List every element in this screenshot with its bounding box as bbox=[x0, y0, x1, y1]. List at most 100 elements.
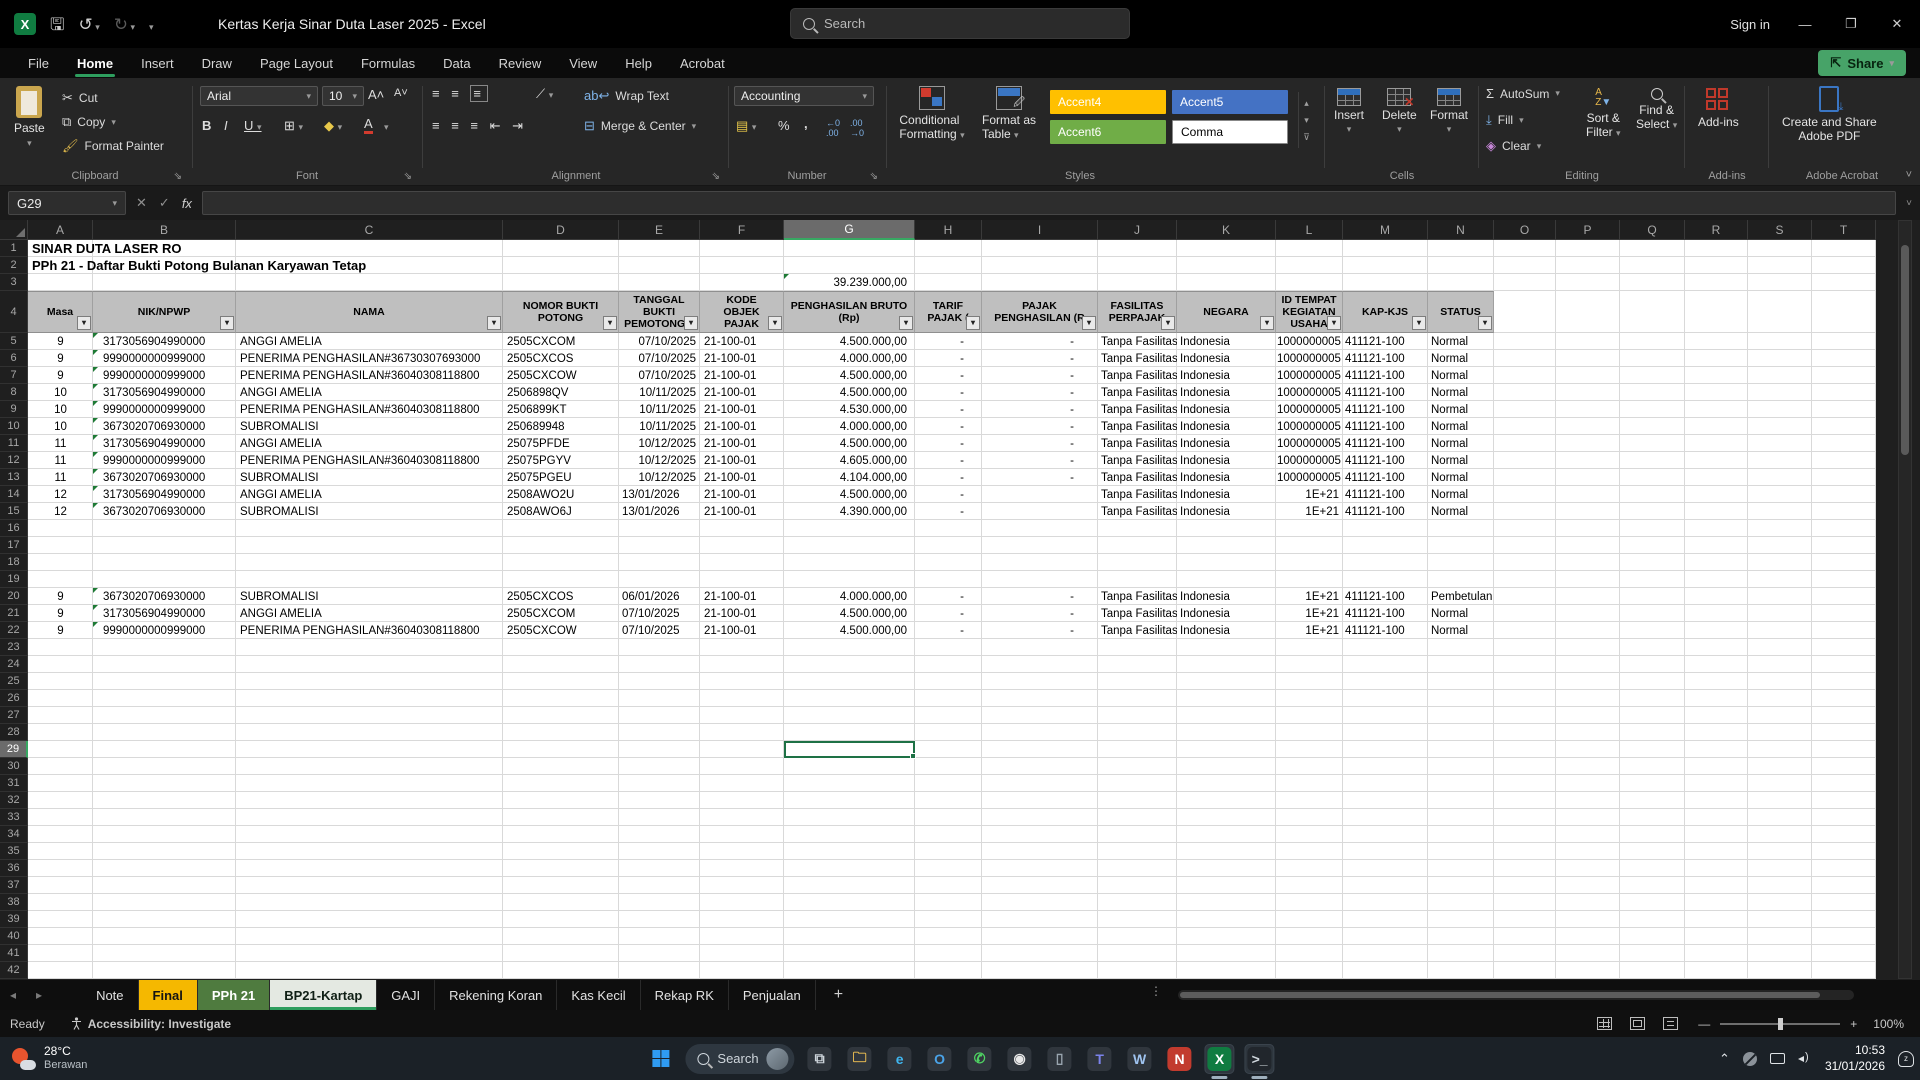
speaker-icon[interactable] bbox=[1798, 1053, 1812, 1065]
sign-in-button[interactable]: Sign in bbox=[1730, 0, 1770, 48]
sheet-tab-kas-kecil[interactable]: Kas Kecil bbox=[557, 980, 640, 1010]
row-header-4[interactable]: 4 bbox=[0, 291, 28, 333]
conditional-formatting-button[interactable]: ConditionalFormatting ▾ bbox=[894, 86, 970, 141]
row-header-21[interactable]: 21 bbox=[0, 605, 28, 622]
orientation-icon[interactable]: ⟋ ▾ bbox=[536, 86, 553, 102]
italic-button[interactable]: I bbox=[224, 118, 228, 133]
row-header-35[interactable]: 35 bbox=[0, 843, 28, 860]
insert-cells-button[interactable]: Insert▾ bbox=[1334, 88, 1364, 135]
row-header-13[interactable]: 13 bbox=[0, 469, 28, 486]
undo-icon[interactable]: ↺ ▾ bbox=[78, 16, 99, 33]
fill-handle[interactable] bbox=[910, 753, 916, 759]
column-header-M[interactable]: M bbox=[1343, 220, 1428, 240]
row-header-22[interactable]: 22 bbox=[0, 622, 28, 639]
column-header-E[interactable]: E bbox=[619, 220, 700, 240]
tab-review[interactable]: Review bbox=[487, 51, 554, 76]
row-header-42[interactable]: 42 bbox=[0, 962, 28, 979]
tab-overflow-icon[interactable]: ⋮ bbox=[1150, 984, 1162, 998]
nitro-icon[interactable]: N bbox=[1165, 1044, 1195, 1074]
cell-style-accent5[interactable]: Accent5 bbox=[1172, 90, 1288, 114]
qat-customize-icon[interactable]: ▾ bbox=[149, 16, 154, 33]
column-header-Q[interactable]: Q bbox=[1620, 220, 1685, 240]
row-header-25[interactable]: 25 bbox=[0, 673, 28, 690]
filter-button-J[interactable]: ▾ bbox=[1161, 316, 1175, 330]
row-header-20[interactable]: 20 bbox=[0, 588, 28, 605]
addins-button[interactable]: Add-ins bbox=[1698, 88, 1739, 129]
excel-app-icon[interactable]: X bbox=[14, 13, 36, 35]
name-box[interactable]: G29▾ bbox=[8, 191, 126, 215]
row-header-32[interactable]: 32 bbox=[0, 792, 28, 809]
monitor-icon[interactable] bbox=[1770, 1053, 1785, 1064]
redo-icon[interactable]: ↻ ▾ bbox=[114, 16, 135, 33]
row-header-31[interactable]: 31 bbox=[0, 775, 28, 792]
filter-button-D[interactable]: ▾ bbox=[603, 316, 617, 330]
selected-cell-outline[interactable] bbox=[784, 741, 915, 758]
terminal-icon[interactable]: >_ bbox=[1245, 1044, 1275, 1074]
zoom-in-icon[interactable]: + bbox=[1850, 1017, 1857, 1031]
cell-style-comma[interactable]: Comma bbox=[1172, 120, 1288, 144]
row-header-23[interactable]: 23 bbox=[0, 639, 28, 656]
sheet-tab-note[interactable]: Note bbox=[82, 980, 138, 1010]
sheet-nav-left-icon[interactable]: ◂ bbox=[0, 988, 26, 1002]
close-button[interactable]: ✕ bbox=[1874, 0, 1920, 48]
format-painter-button[interactable]: 🖌Format Painter bbox=[62, 138, 164, 154]
row-header-19[interactable]: 19 bbox=[0, 571, 28, 588]
filter-button-C[interactable]: ▾ bbox=[487, 316, 501, 330]
page-break-view-icon[interactable] bbox=[1663, 1017, 1678, 1030]
share-button[interactable]: ⇱ Share ▾ bbox=[1818, 50, 1906, 76]
decrease-decimal-icon[interactable]: .00→0 bbox=[850, 118, 864, 138]
filter-button-A[interactable]: ▾ bbox=[77, 316, 91, 330]
column-header-K[interactable]: K bbox=[1177, 220, 1276, 240]
sheet-tab-rekening-koran[interactable]: Rekening Koran bbox=[435, 980, 557, 1010]
row-header-33[interactable]: 33 bbox=[0, 809, 28, 826]
row-header-30[interactable]: 30 bbox=[0, 758, 28, 775]
column-header-A[interactable]: A bbox=[28, 220, 93, 240]
row-header-3[interactable]: 3 bbox=[0, 274, 28, 291]
underline-button[interactable]: U ▾ bbox=[244, 118, 262, 133]
normal-view-icon[interactable] bbox=[1597, 1017, 1612, 1030]
merge-center-button[interactable]: ⊟Merge & Center▾ bbox=[584, 118, 696, 134]
clipboard-dialog-launcher-icon[interactable]: ⇘ bbox=[174, 171, 182, 182]
sort-filter-button[interactable]: AZ▼ Sort &Filter ▾ bbox=[1586, 88, 1621, 139]
number-format-select[interactable]: Accounting▾ bbox=[734, 86, 874, 106]
tab-formulas[interactable]: Formulas bbox=[349, 51, 427, 76]
column-header-S[interactable]: S bbox=[1748, 220, 1812, 240]
tray-chevron-up-icon[interactable]: ⌃ bbox=[1719, 1051, 1730, 1067]
column-header-C[interactable]: C bbox=[236, 220, 503, 240]
zoom-out-icon[interactable]: — bbox=[1698, 1017, 1710, 1031]
tab-page-layout[interactable]: Page Layout bbox=[248, 51, 345, 76]
clear-button[interactable]: ◈Clear▾ bbox=[1486, 138, 1541, 154]
tab-help[interactable]: Help bbox=[613, 51, 664, 76]
filter-button-E[interactable]: ▾ bbox=[684, 316, 698, 330]
percent-style-icon[interactable]: % bbox=[778, 118, 790, 133]
filter-button-L[interactable]: ▾ bbox=[1327, 316, 1341, 330]
row-header-5[interactable]: 5 bbox=[0, 333, 28, 350]
column-header-H[interactable]: H bbox=[915, 220, 982, 240]
row-header-2[interactable]: 2 bbox=[0, 257, 28, 274]
align-left-center-right-icons[interactable]: ≡ ≡ ≡ ⇤ ⇥ bbox=[432, 118, 527, 134]
zoom-level[interactable]: 100% bbox=[1873, 1017, 1904, 1031]
column-header-P[interactable]: P bbox=[1556, 220, 1620, 240]
insert-function-icon[interactable]: fx bbox=[182, 196, 192, 211]
save-icon[interactable]: 🖫 bbox=[50, 16, 64, 33]
taskbar-search-box[interactable]: Search bbox=[685, 1044, 794, 1074]
font-dialog-launcher-icon[interactable]: ⇘ bbox=[404, 171, 412, 182]
filter-button-H[interactable]: ▾ bbox=[966, 316, 980, 330]
row-header-28[interactable]: 28 bbox=[0, 724, 28, 741]
row-header-39[interactable]: 39 bbox=[0, 911, 28, 928]
tab-view[interactable]: View bbox=[557, 51, 609, 76]
row-header-16[interactable]: 16 bbox=[0, 520, 28, 537]
page-layout-view-icon[interactable] bbox=[1630, 1017, 1645, 1030]
sheet-tab-gaji[interactable]: GAJI bbox=[377, 980, 435, 1010]
row-header-6[interactable]: 6 bbox=[0, 350, 28, 367]
column-header-J[interactable]: J bbox=[1098, 220, 1177, 240]
tab-home[interactable]: Home bbox=[65, 51, 125, 76]
select-all-corner[interactable] bbox=[0, 220, 28, 240]
decrease-font-icon[interactable]: A˅ bbox=[394, 87, 408, 99]
filter-button-N[interactable]: ▾ bbox=[1478, 316, 1492, 330]
sheet-tab-rekap-rk[interactable]: Rekap RK bbox=[641, 980, 729, 1010]
tab-insert[interactable]: Insert bbox=[129, 51, 186, 76]
filter-button-F[interactable]: ▾ bbox=[768, 316, 782, 330]
row-header-17[interactable]: 17 bbox=[0, 537, 28, 554]
increase-decimal-icon[interactable]: ←0.00 bbox=[826, 118, 840, 138]
